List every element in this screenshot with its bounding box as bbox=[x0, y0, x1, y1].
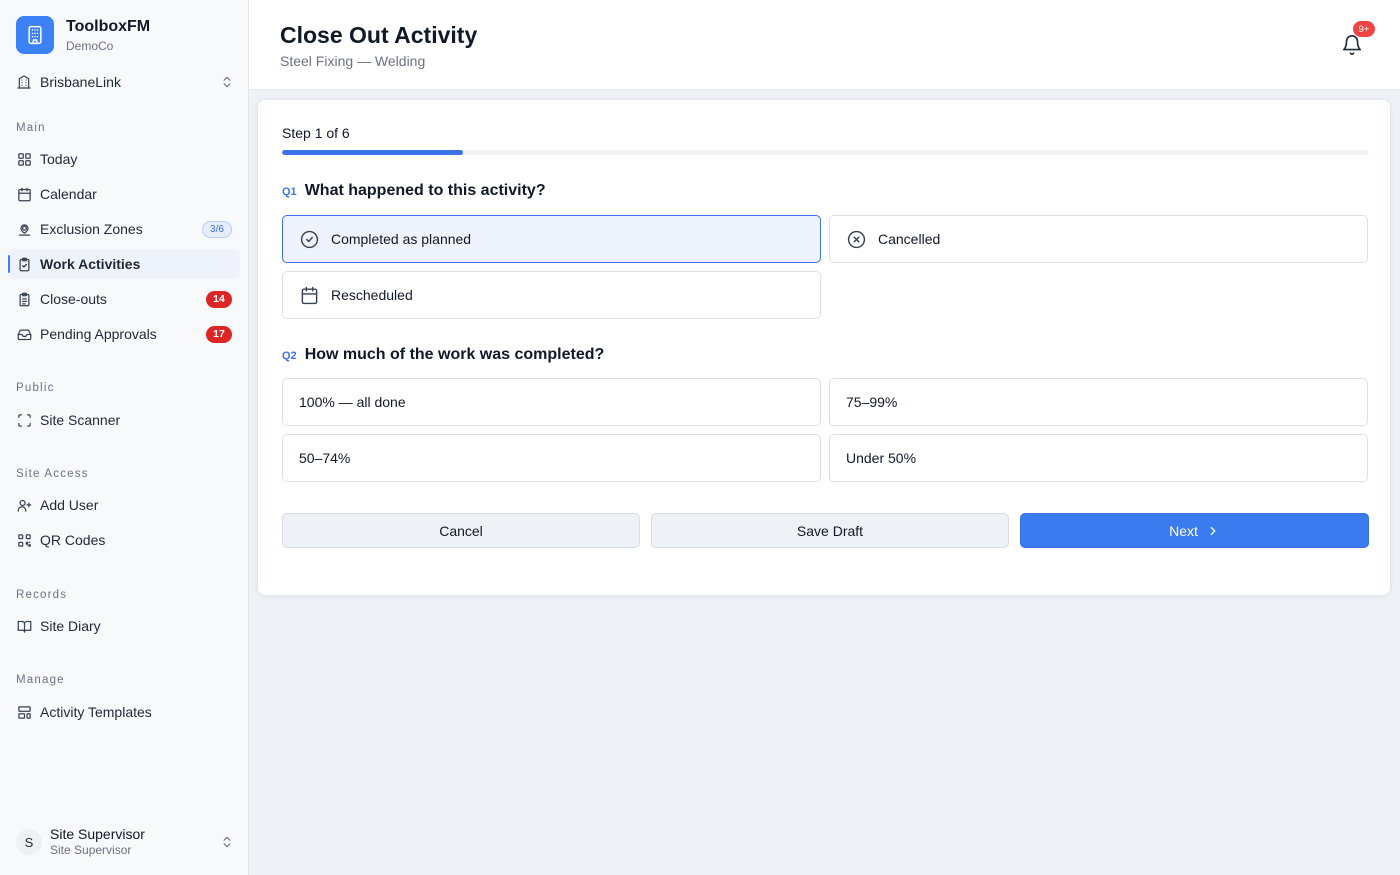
scan-icon bbox=[16, 412, 32, 428]
site-switcher[interactable]: BrisbaneLink bbox=[16, 72, 234, 92]
calendar-icon bbox=[16, 186, 32, 202]
option-label: 75–99% bbox=[846, 394, 898, 410]
page-subtitle: Steel Fixing — Welding bbox=[280, 53, 426, 69]
count-badge: 14 bbox=[206, 290, 232, 308]
bell-icon[interactable] bbox=[1341, 34, 1363, 56]
clipboard-list-icon bbox=[16, 291, 32, 307]
button-label: Next bbox=[1169, 522, 1198, 539]
option-label: Cancelled bbox=[878, 231, 941, 247]
building-icon bbox=[16, 74, 32, 90]
section-title-main: Main bbox=[16, 122, 46, 134]
user-role: Site Supervisor bbox=[50, 843, 132, 857]
building-icon bbox=[16, 16, 54, 54]
sidebar-item-label: Today bbox=[40, 151, 78, 167]
user-plus-icon bbox=[16, 497, 32, 513]
question-1: Q1 What happened to this activity? bbox=[282, 182, 546, 200]
option-rescheduled[interactable]: Rescheduled bbox=[282, 271, 821, 319]
chevrons-up-down-icon bbox=[220, 835, 234, 849]
option-label: Completed as planned bbox=[331, 231, 472, 247]
sidebar-item-today[interactable]: Today bbox=[8, 144, 240, 174]
user-name: Site Supervisor bbox=[50, 826, 145, 842]
sidebar: ToolboxFM DemoCo BrisbaneLink Main Today… bbox=[0, 0, 249, 875]
question-number: Q1 bbox=[282, 186, 297, 198]
step-label: Step 1 of 6 bbox=[282, 125, 350, 141]
check-circle-icon bbox=[299, 229, 319, 249]
progress-bar bbox=[282, 150, 1369, 155]
section-title-manage: Manage bbox=[16, 674, 65, 686]
button-label: Cancel bbox=[439, 522, 483, 539]
user-menu[interactable]: S Site Supervisor Site Supervisor bbox=[16, 824, 234, 860]
option-completed-as-planned[interactable]: Completed as planned bbox=[282, 215, 821, 263]
question-number: Q2 bbox=[282, 350, 297, 362]
org-name: DemoCo bbox=[66, 38, 114, 53]
chevrons-up-down-icon bbox=[220, 75, 234, 89]
sidebar-item-label: Calendar bbox=[40, 186, 97, 202]
next-button[interactable]: Next bbox=[1020, 513, 1369, 548]
progress-fill bbox=[282, 150, 464, 155]
question-text: What happened to this activity? bbox=[304, 182, 546, 199]
sidebar-item-label: Close-outs bbox=[40, 291, 107, 307]
sidebar-item-work-activities[interactable]: Work Activities bbox=[8, 249, 240, 279]
app-name: ToolboxFM bbox=[66, 17, 151, 35]
page-header: Close Out Activity Steel Fixing — Weldin… bbox=[249, 0, 1400, 90]
sidebar-item-label: Add User bbox=[40, 497, 99, 513]
section-title-site-access: Site Access bbox=[16, 468, 89, 480]
chevron-right-icon bbox=[1206, 524, 1220, 538]
sidebar-item-calendar[interactable]: Calendar bbox=[8, 179, 240, 209]
clipboard-check-icon bbox=[16, 256, 32, 272]
x-circle-icon bbox=[846, 229, 866, 249]
avatar: S bbox=[16, 829, 42, 855]
option-label: Rescheduled bbox=[331, 287, 413, 303]
notification-badge: 9+ bbox=[1353, 21, 1375, 37]
button-label: Save Draft bbox=[796, 522, 864, 539]
option-label: 100% — all done bbox=[299, 394, 406, 410]
sidebar-item-label: Site Diary bbox=[40, 618, 101, 634]
sidebar-item-site-scanner[interactable]: Site Scanner bbox=[8, 405, 240, 435]
option-under-50-percent[interactable]: Under 50% bbox=[829, 434, 1368, 482]
count-badge: 3/6 bbox=[202, 220, 232, 238]
page-title: Close Out Activity bbox=[280, 22, 478, 48]
option-75-99-percent[interactable]: 75–99% bbox=[829, 378, 1368, 426]
option-label: 50–74% bbox=[299, 450, 351, 466]
sidebar-item-pending-approvals[interactable]: Pending Approvals 17 bbox=[8, 319, 240, 349]
grid-icon bbox=[16, 151, 32, 167]
sidebar-item-label: Work Activities bbox=[40, 256, 141, 272]
inbox-icon bbox=[16, 326, 32, 342]
sidebar-item-label: Activity Templates bbox=[40, 704, 152, 720]
layout-template-icon bbox=[16, 704, 32, 720]
sidebar-item-activity-templates[interactable]: Activity Templates bbox=[8, 697, 240, 727]
section-title-records: Records bbox=[16, 589, 68, 601]
book-open-icon bbox=[16, 618, 32, 634]
question-2: Q2 How much of the work was completed? bbox=[282, 346, 604, 364]
option-label: Under 50% bbox=[846, 450, 917, 466]
section-title-public: Public bbox=[16, 382, 55, 394]
sidebar-item-label: Site Scanner bbox=[40, 412, 121, 428]
sidebar-item-close-outs[interactable]: Close-outs 14 bbox=[8, 284, 240, 314]
question-text: How much of the work was completed? bbox=[304, 346, 605, 363]
option-100-percent[interactable]: 100% — all done bbox=[282, 378, 821, 426]
save-draft-button[interactable]: Save Draft bbox=[651, 513, 1009, 548]
close-out-form: Step 1 of 6 Q1 What happened to this act… bbox=[257, 99, 1391, 596]
sidebar-item-label: Exclusion Zones bbox=[40, 221, 143, 237]
sidebar-item-qr-codes[interactable]: QR Codes bbox=[8, 525, 240, 555]
cancel-button[interactable]: Cancel bbox=[282, 513, 640, 548]
sidebar-item-site-diary[interactable]: Site Diary bbox=[8, 611, 240, 641]
sidebar-item-add-user[interactable]: Add User bbox=[8, 490, 240, 520]
option-50-74-percent[interactable]: 50–74% bbox=[282, 434, 821, 482]
brand: ToolboxFM DemoCo bbox=[16, 16, 150, 54]
count-badge: 17 bbox=[206, 325, 232, 343]
qr-code-icon bbox=[16, 532, 32, 548]
location-pin-icon bbox=[16, 221, 32, 237]
sidebar-item-label: QR Codes bbox=[40, 532, 106, 548]
sidebar-item-exclusion-zones[interactable]: Exclusion Zones 3/6 bbox=[8, 214, 240, 244]
site-name: BrisbaneLink bbox=[40, 74, 121, 90]
option-cancelled[interactable]: Cancelled bbox=[829, 215, 1368, 263]
calendar-icon bbox=[299, 285, 319, 305]
sidebar-item-label: Pending Approvals bbox=[40, 326, 157, 342]
